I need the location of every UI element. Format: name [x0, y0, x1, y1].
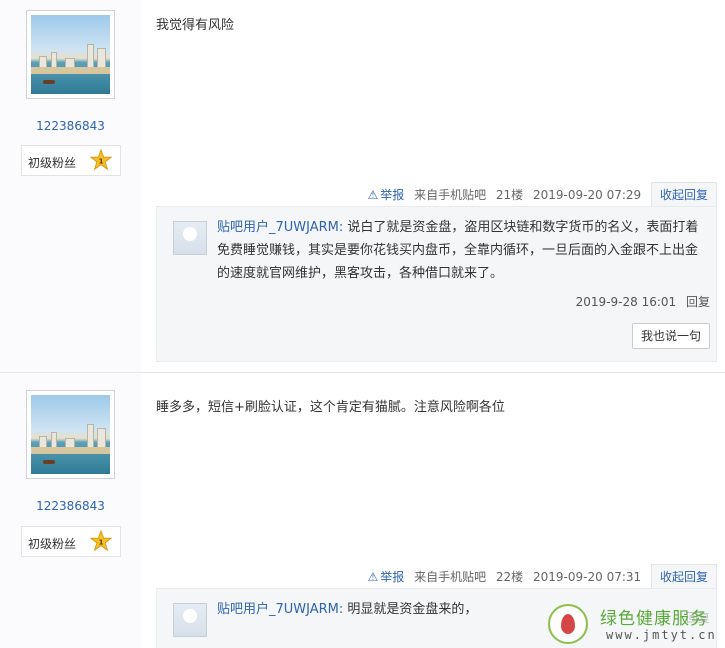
author-sidebar: 122386843 初级粉丝 1 — [0, 0, 141, 372]
avatar[interactable] — [26, 390, 115, 479]
say-something-button[interactable]: 我也说一句 — [632, 323, 710, 349]
fan-level-badge[interactable]: 初级粉丝 1 — [21, 526, 121, 557]
watermark-url: www.jmtyt.cn — [606, 628, 717, 642]
reply-avatar[interactable] — [173, 221, 207, 255]
post-meta-bar: ⚠ 举报 来自手机贴吧 21楼 2019-09-20 07:29 收起回复 — [361, 182, 717, 206]
site-watermark: 绿色健康服务 www.jmtyt.cn — [548, 600, 724, 648]
post-source: 来自手机贴吧 — [414, 188, 487, 202]
author-sidebar: 122386843 初级粉丝 1 — [0, 374, 141, 648]
avatar[interactable] — [26, 10, 115, 99]
floor-number: 21楼 — [495, 188, 524, 202]
fan-level-badge[interactable]: 初级粉丝 1 — [21, 145, 121, 176]
warning-icon: ⚠ — [367, 570, 379, 584]
star-level-icon: 1 — [90, 530, 112, 552]
report-link[interactable]: ⚠ 举报 — [367, 570, 404, 584]
reply-link[interactable]: 回复 — [686, 295, 710, 309]
badge-label: 初级粉丝 — [28, 537, 77, 551]
warning-icon: ⚠ — [367, 188, 379, 202]
post-time: 2019-09-20 07:31 — [533, 570, 642, 584]
reply-content: 明显就是资金盘来的， — [347, 602, 478, 617]
post-meta-bar: ⚠ 举报 来自手机贴吧 22楼 2019-09-20 07:31 收起回复 — [361, 564, 717, 588]
reply-username[interactable]: 贴吧用户_7UWJARM: — [217, 220, 343, 235]
reply-footer: 2019-9-28 16:01 回复 — [570, 293, 710, 310]
star-level-icon: 1 — [90, 149, 112, 171]
post-time: 2019-09-20 07:29 — [533, 188, 642, 202]
avatar-image — [31, 15, 110, 94]
avatar-image — [31, 395, 110, 474]
author-username[interactable]: 122386843 — [0, 499, 141, 513]
report-link[interactable]: ⚠ 举报 — [367, 188, 404, 202]
post-content: 我觉得有风险 — [156, 18, 235, 33]
reply-panel: 贴吧用户_7UWJARM: 说白了就是资金盘，盗用区块链和数字货币的名义，表面打… — [156, 206, 717, 362]
post-content: 睡多多，短信+刷脸认证，这个肯定有猫腻。注意风险啊各位 — [156, 400, 505, 415]
reply-username[interactable]: 贴吧用户_7UWJARM: — [217, 602, 343, 617]
post-source: 来自手机贴吧 — [414, 570, 487, 584]
floor-number: 22楼 — [495, 570, 524, 584]
post-floor-21: 122386843 初级粉丝 1 我觉得有风险 ⚠ 举报 来自手机贴吧 21楼 2… — [0, 0, 725, 373]
collapse-replies-button[interactable]: 收起回复 — [650, 564, 717, 588]
watermark-logo-icon — [548, 604, 588, 644]
collapse-replies-button[interactable]: 收起回复 — [650, 182, 717, 206]
badge-level-number: 1 — [98, 538, 103, 547]
reply-time: 2019-9-28 16:01 — [575, 295, 677, 309]
watermark-title: 绿色健康服务 — [600, 609, 708, 629]
badge-label: 初级粉丝 — [28, 156, 77, 170]
badge-level-number: 1 — [98, 157, 103, 166]
reply-text-block: 贴吧用户_7UWJARM: 说白了就是资金盘，盗用区块链和数字货币的名义，表面打… — [217, 216, 705, 285]
author-username[interactable]: 122386843 — [0, 119, 141, 133]
reply-avatar[interactable] — [173, 603, 207, 637]
